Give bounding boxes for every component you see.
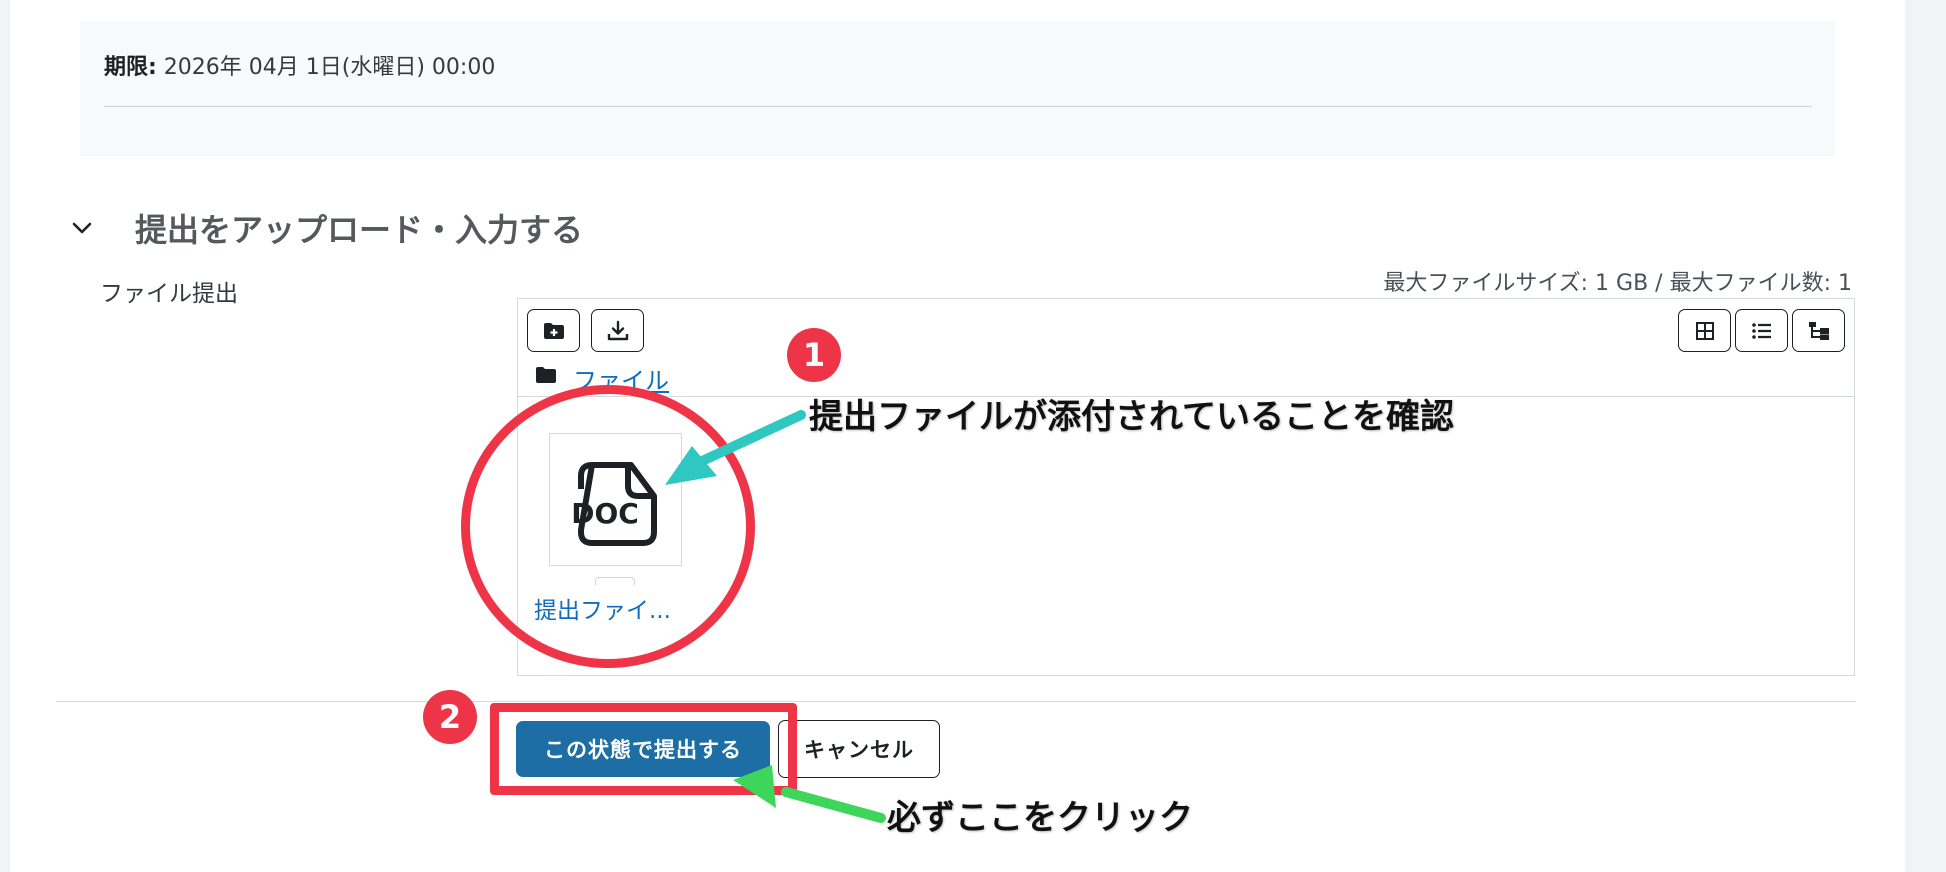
annotation-arrow-1-head xyxy=(665,446,717,485)
annotation-arrows xyxy=(665,410,886,823)
annotation-arrow-1 xyxy=(695,410,806,467)
annotation-arrow-2 xyxy=(781,787,886,823)
annotation-arrow-2-head xyxy=(733,765,776,808)
